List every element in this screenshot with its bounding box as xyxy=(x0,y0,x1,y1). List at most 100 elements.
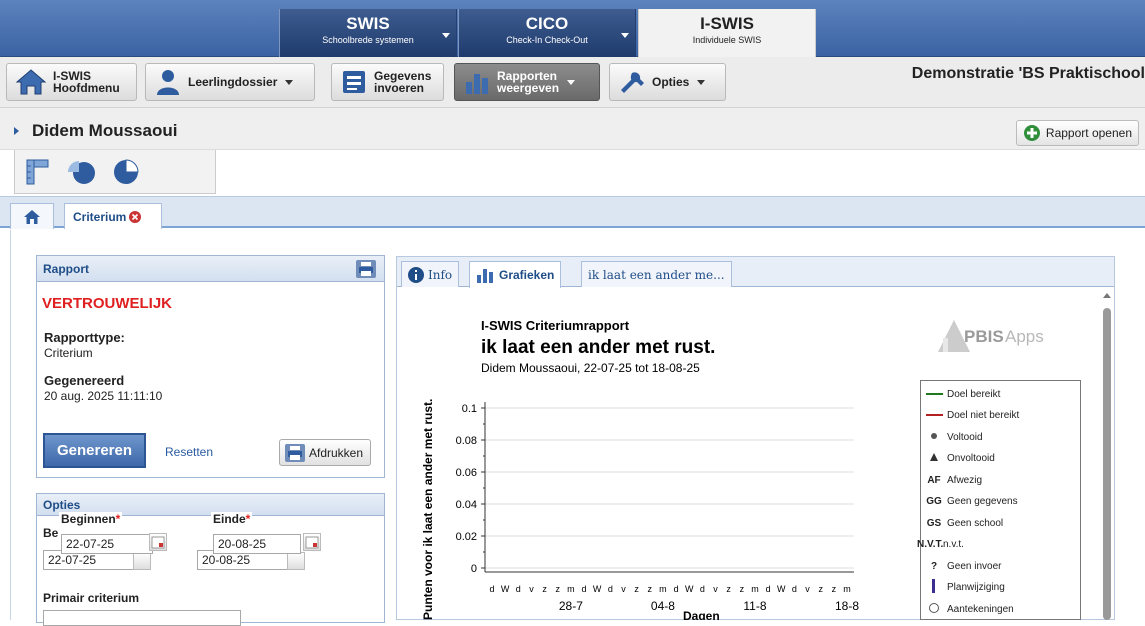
x-week-label: 04-8 xyxy=(651,599,675,613)
chevron-down-icon[interactable] xyxy=(621,33,629,38)
student-file-button[interactable]: Leerlingdossier xyxy=(145,63,315,101)
generate-button[interactable]: Genereren xyxy=(43,433,146,468)
y-tick-label: 0.08 xyxy=(456,435,477,447)
report-type-label: Rapporttype: xyxy=(44,330,125,345)
y-tick-label: 0.1 xyxy=(462,403,477,415)
x-axis-label: Dagen xyxy=(683,609,720,620)
x-day-label: z xyxy=(648,584,653,594)
options-panel: Opties Be 22-07-25 20-08-25 Beginnen* 22… xyxy=(36,493,385,626)
x-day-label: d xyxy=(766,584,771,594)
legend-symbol xyxy=(921,578,947,597)
tab-criterium[interactable]: Criterium xyxy=(64,203,162,229)
tools-icon xyxy=(621,72,644,93)
printer-icon[interactable] xyxy=(356,260,376,278)
reports-line2: weergeven xyxy=(497,81,560,95)
x-day-label: m xyxy=(659,584,667,594)
enter-data-button[interactable]: Gegevens invoeren xyxy=(331,63,444,101)
enter-line2: invoeren xyxy=(374,81,425,95)
report-type-value: Criterium xyxy=(44,346,93,360)
legend-item: Onvoltooid xyxy=(921,449,995,469)
chevron-down-icon xyxy=(567,79,576,85)
graph-scrollbar[interactable] xyxy=(1100,290,1114,620)
chevron-down-icon[interactable] xyxy=(442,33,450,38)
x-day-label: m xyxy=(751,584,759,594)
tab-home[interactable] xyxy=(10,203,54,229)
x-day-label: W xyxy=(777,584,786,594)
tab-cico[interactable]: CICO Check-In Check-Out xyxy=(458,9,636,57)
view-reports-button[interactable]: Rapporten weergeven xyxy=(454,63,600,101)
printer-icon xyxy=(285,443,305,462)
x-day-label: d xyxy=(792,584,797,594)
tab-i-swis-subtitle: Individuele SWIS xyxy=(692,35,762,45)
school-name: Demonstratie 'BS Praktischool xyxy=(911,65,1145,82)
tab-swis[interactable]: SWIS Schoolbrede systemen xyxy=(279,9,457,57)
legend-label: Doel niet bereikt xyxy=(947,410,1020,421)
tab-i-swis[interactable]: I-SWIS Individuele SWIS xyxy=(638,9,816,57)
tab-i-swis-title: I-SWIS xyxy=(700,14,754,33)
person-icon xyxy=(157,70,179,95)
donut-chart-icon[interactable] xyxy=(111,158,141,186)
close-icon[interactable] xyxy=(129,210,142,223)
legend-item: ? Geen invoer xyxy=(921,556,1002,576)
tab-info[interactable]: Info xyxy=(401,261,460,287)
legend-symbol: N.V.T. xyxy=(917,539,944,550)
x-day-label: W xyxy=(593,584,602,594)
x-week-label: 28-7 xyxy=(559,599,583,613)
tab-swis-subtitle: Schoolbrede systemen xyxy=(322,35,414,45)
primary-criterion-select[interactable] xyxy=(43,610,241,626)
legend-label: Aantekeningen xyxy=(947,603,1014,615)
y-tick-label: 0.06 xyxy=(456,467,477,479)
reset-link[interactable]: Resetten xyxy=(165,445,213,459)
x-week-label: 18-8 xyxy=(835,599,859,613)
legend-symbol: GG xyxy=(926,496,942,507)
y-tick-label: 0 xyxy=(471,563,477,575)
chevron-down-icon xyxy=(697,79,706,85)
tab-graphs[interactable]: Grafieken xyxy=(469,261,562,288)
print-button-label: Afdrukken xyxy=(309,445,364,460)
print-button[interactable]: Afdrukken xyxy=(279,439,371,466)
legend-symbol xyxy=(921,602,947,617)
legend-item: GG Geen gegevens xyxy=(921,492,1017,512)
y-axis-label: Punten voor ik laat een ander met rust. xyxy=(421,399,435,620)
x-week-label: 11-8 xyxy=(743,599,766,613)
report-panel: Rapport VERTROUWELIJK Rapporttype: Crite… xyxy=(36,255,385,478)
x-day-label: z xyxy=(542,584,547,594)
x-axis: d Wd v z z m d Wd v z z m d Wd v z z m d Wd v z z m28-7 04-8 11-8… xyxy=(485,571,859,613)
legend-label: Voltooid xyxy=(947,431,983,443)
x-day-label: W xyxy=(685,584,694,594)
pie-chart-icon[interactable] xyxy=(67,158,97,186)
legend-label: n.v.t. xyxy=(943,539,964,550)
expand-arrow-icon[interactable] xyxy=(14,127,19,135)
primary-criterion-label: Primair criterium xyxy=(43,591,140,605)
bar-chart-icon xyxy=(466,74,488,94)
x-day-label: v xyxy=(713,584,718,594)
generated-label: Gegenereerd xyxy=(44,373,125,388)
end-label: Einde* xyxy=(211,512,253,526)
tab-other-criterion[interactable]: ik laat een ander me... xyxy=(581,261,732,287)
x-day-label: v xyxy=(529,584,534,594)
legend-item: Planwijziging xyxy=(921,578,1005,598)
begin-date-field[interactable]: 22-07-25 xyxy=(61,534,153,554)
open-report-label: Rapport openen xyxy=(1045,126,1132,140)
tab-criterium-label: Criterium xyxy=(73,209,127,224)
legend-item: Doel bereikt xyxy=(921,384,1000,404)
tab-graphs-label: Grafieken xyxy=(499,268,555,282)
legend-symbol: ? xyxy=(930,560,938,572)
end-date-field[interactable]: 20-08-25 xyxy=(213,534,301,554)
student-name: Didem Moussaoui xyxy=(32,121,178,140)
chart-title: I-SWIS Criteriumrapport xyxy=(481,318,630,333)
legend-label: Geen invoer xyxy=(947,560,1002,572)
x-day-label: z xyxy=(634,584,639,594)
calendar-icon[interactable] xyxy=(303,533,321,551)
page-tabs: Criterium xyxy=(0,196,1145,229)
bar-chart-icon xyxy=(477,269,493,283)
top-navigation-bar: SWIS Schoolbrede systemen CICO Check-In … xyxy=(0,0,1145,57)
ruler-chart-icon[interactable] xyxy=(23,158,51,186)
home-menu-button[interactable]: I-SWIS Hoofdmenu xyxy=(6,63,137,101)
x-day-label: d xyxy=(516,584,521,594)
x-day-label: z xyxy=(740,584,745,594)
y-axis: 0 0.02 0.04 0.06 0.08 0.1 xyxy=(456,402,854,575)
open-report-button[interactable]: Rapport openen xyxy=(1015,120,1139,146)
options-button[interactable]: Opties xyxy=(609,63,726,101)
calendar-icon[interactable] xyxy=(149,533,167,551)
